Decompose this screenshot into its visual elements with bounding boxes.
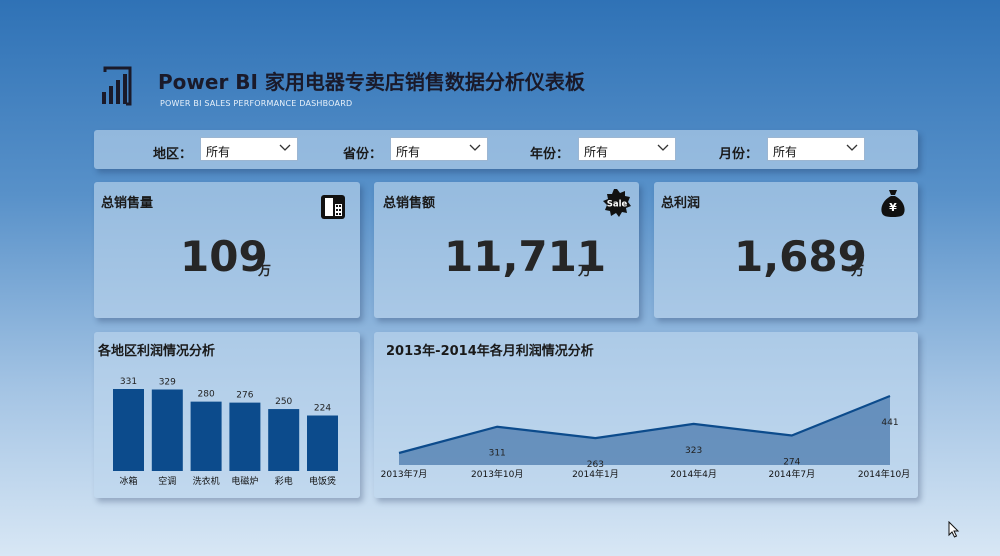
x-axis-tick-label: 2013年10月 [471,468,523,480]
x-axis-tick-label: 2014年4月 [670,468,717,480]
bar-category-label: 电饭煲 [309,475,336,487]
kpi-value: 109 [180,232,268,281]
dashboard-header: Power BI 家用电器专卖店销售数据分析仪表板 POWER BI SALES… [100,62,700,112]
kpi-unit: 万 [851,264,865,279]
month-dropdown[interactable]: 所有 [767,137,865,161]
bar-洗衣机[interactable] [190,401,222,471]
chevron-down-icon [279,144,291,151]
area-data-label: 311 [489,449,506,459]
filter-label-region: 地区： [153,147,193,162]
kpi-unit: 万 [578,264,592,279]
area-chart: 2013年7月 311 2013年10月 2632014年1月 323 2014年4月 27… [381,394,910,480]
bar-category-label: 冰箱 [119,475,137,487]
bar-value-label: 280 [198,390,215,400]
area-data-label: 323 [685,446,702,456]
money-bag-text: ¥ [889,201,897,214]
bar-value-label: 331 [120,377,137,387]
month-dropdown-value: 所有 [773,145,798,159]
bar-value-label: 329 [159,377,176,387]
filter-label-province: 省份： [343,147,383,162]
calculator-icon [321,195,345,219]
area-data-label: 263 [587,460,604,470]
x-axis-tick-label: 2014年1月 [572,468,619,480]
area-data-label: 441 [881,418,898,428]
bar-category-label: 洗衣机 [193,475,220,487]
region-dropdown[interactable]: 所有 [200,137,298,161]
chevron-down-icon [657,144,669,151]
sale-badge-icon: Sale [603,189,631,217]
chevron-down-icon [469,144,481,151]
filter-label-year: 年份： [530,147,570,162]
kpi-title: 总销售量 [101,196,154,211]
x-axis-tick-label: 2014年10月 [858,468,910,480]
year-dropdown-value: 所有 [584,145,609,159]
bar-电磁炉[interactable] [229,402,261,471]
bar-category-label: 空调 [158,475,176,487]
bar-value-label: 224 [314,404,331,414]
kpi-unit: 万 [258,264,272,279]
province-dropdown-value: 所有 [396,145,421,159]
bar-category-label: 电磁炉 [231,475,258,487]
kpi-title: 总利润 [661,196,701,211]
bar-category-label: 彩电 [275,475,293,487]
page-title: Power BI 家用电器专卖店销售数据分析仪表板 [158,70,585,94]
filter-label-month: 月份： [719,147,759,162]
bar-冰箱[interactable] [113,389,144,471]
province-dropdown[interactable]: 所有 [390,137,488,161]
area-chart-panel: 2013年-2014年各月利润情况分析 2013年7月 311 2013年10月 26… [374,332,918,498]
kpi-card-profit: 总利润 ¥ 1,689 万 [654,182,918,318]
bar-chart-panel: 各地区利润情况分析 331 冰箱 329 空调 280 洗衣机 276 电磁炉 250 彩电 224… [94,332,360,498]
region-dropdown-value: 所有 [206,145,231,159]
kpi-value: 1,689 [734,232,867,281]
filter-bar: 地区： 所有 省份： 所有 年份： 所有 月份： 所有 [94,130,918,169]
bar-chart: 331 冰箱 329 空调 280 洗衣机 276 电磁炉 250 彩电 224 电饭煲 [113,377,338,487]
bar-电饭煲[interactable] [307,415,338,471]
page-subtitle: POWER BI SALES PERFORMANCE DASHBOARD [160,99,353,108]
bar-空调[interactable] [151,389,183,471]
kpi-card-sales-volume: 总销售量 109 万 [94,182,360,318]
bar-彩电[interactable] [268,409,300,471]
sale-badge-text: Sale [607,200,628,210]
kpi-title: 总销售额 [383,196,436,211]
chevron-down-icon [846,144,858,151]
year-dropdown[interactable]: 所有 [578,137,676,161]
x-axis-tick-label: 2013年7月 [381,468,428,480]
bar-value-label: 250 [275,397,292,407]
area-data-label: 274 [783,457,800,467]
kpi-card-sales-amount: 总销售额 Sale 11,711 万 [374,182,639,318]
powerbi-logo-icon [102,66,132,106]
mouse-cursor-icon [948,521,960,538]
money-bag-icon: ¥ [881,190,905,217]
bar-value-label: 276 [236,391,253,401]
x-axis-tick-label: 2014年7月 [768,468,815,480]
